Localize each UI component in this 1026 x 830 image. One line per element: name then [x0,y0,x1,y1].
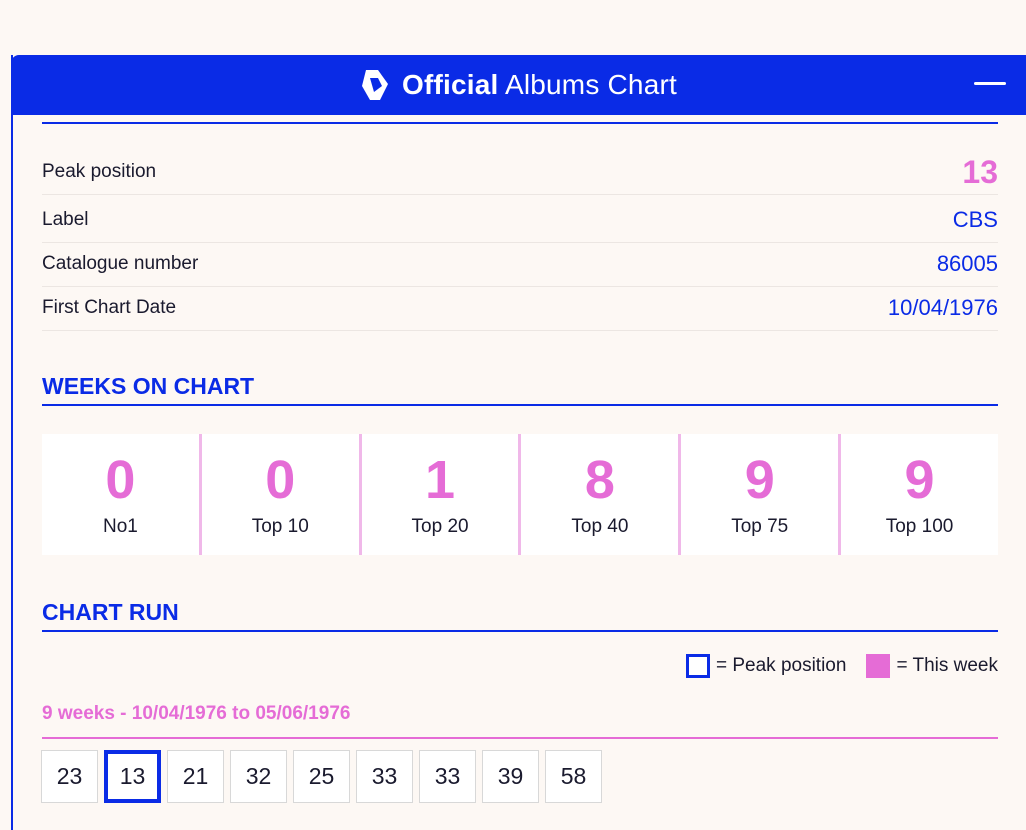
chart-run-cell[interactable]: 21 [167,750,224,803]
chart-run-cell[interactable]: 32 [230,750,287,803]
weeks-stat: 0 Top 10 [202,434,362,555]
chart-run-cell[interactable]: 33 [356,750,413,803]
weeks-stat-label: Top 40 [571,515,629,537]
detail-row-first-chart-date: First Chart Date 10/04/1976 [42,286,998,331]
weeks-stat: 1 Top 20 [362,434,522,555]
weeks-stat-label: Top 75 [731,515,789,537]
catalogue-number-link[interactable]: 86005 [937,251,998,277]
chart-run-cell[interactable]: 25 [293,750,350,803]
chart-run-heading: CHART RUN [42,599,998,632]
detail-row-peak: Peak position 13 [42,150,998,195]
detail-label: Label [42,209,89,230]
detail-label: Peak position [42,161,157,182]
chart-run-cell[interactable]: 39 [482,750,539,803]
weeks-stat-value: 9 [904,449,935,510]
detail-label: First Chart Date [42,297,177,318]
first-chart-date-link[interactable]: 10/04/1976 [888,295,998,321]
chart-run-positions: 23 13 21 32 25 33 33 39 58 [41,750,608,803]
chart-run-range: 9 weeks - 10/04/1976 to 05/06/1976 [42,703,998,739]
chart-run-cell[interactable]: 23 [41,750,98,803]
weeks-stat-value: 0 [105,449,136,510]
detail-label: Catalogue number [42,253,199,274]
weeks-stat-value: 9 [744,449,775,510]
legend-peak-label: = Peak position [715,655,847,676]
chart-run-cell[interactable]: 58 [545,750,602,803]
official-charts-logo-icon [362,70,389,100]
chart-header: Official Albums Chart [11,55,1026,115]
weeks-stat-label: No1 [102,515,138,537]
chart-title: Official Albums Chart [402,69,677,100]
peak-position-value: 13 [962,153,998,190]
collapse-icon[interactable] [974,82,1006,85]
chart-run-cell[interactable]: 33 [419,750,476,803]
chart-run-legend: = Peak position = This week [685,654,998,678]
weeks-stat-value: 8 [584,449,615,510]
chart-run-cell-peak[interactable]: 13 [104,750,161,803]
weeks-stat-label: Top 20 [411,515,469,537]
weeks-stat: 9 Top 75 [681,434,842,555]
legend-this-week-label: = This week [896,655,998,676]
detail-row-catalogue: Catalogue number 86005 [42,242,998,287]
divider [42,122,998,124]
weeks-stat: 0 No1 [42,434,202,555]
detail-row-label: Label CBS [42,198,998,243]
this-week-legend-swatch [866,654,891,678]
weeks-stat-value: 1 [425,449,456,510]
weeks-stat: 9 Top 100 [841,434,998,555]
peak-position-legend-swatch [685,654,710,678]
weeks-stat-value: 0 [265,449,296,510]
weeks-stat-label: Top 100 [885,515,954,537]
weeks-on-chart-stats: 0 No1 0 Top 10 1 Top 20 8 Top 40 9 Top 7… [42,434,998,555]
weeks-on-chart-heading: WEEKS ON CHART [42,373,998,406]
record-label-link[interactable]: CBS [953,207,998,233]
weeks-stat: 8 Top 40 [521,434,682,555]
weeks-stat-label: Top 10 [251,515,309,537]
